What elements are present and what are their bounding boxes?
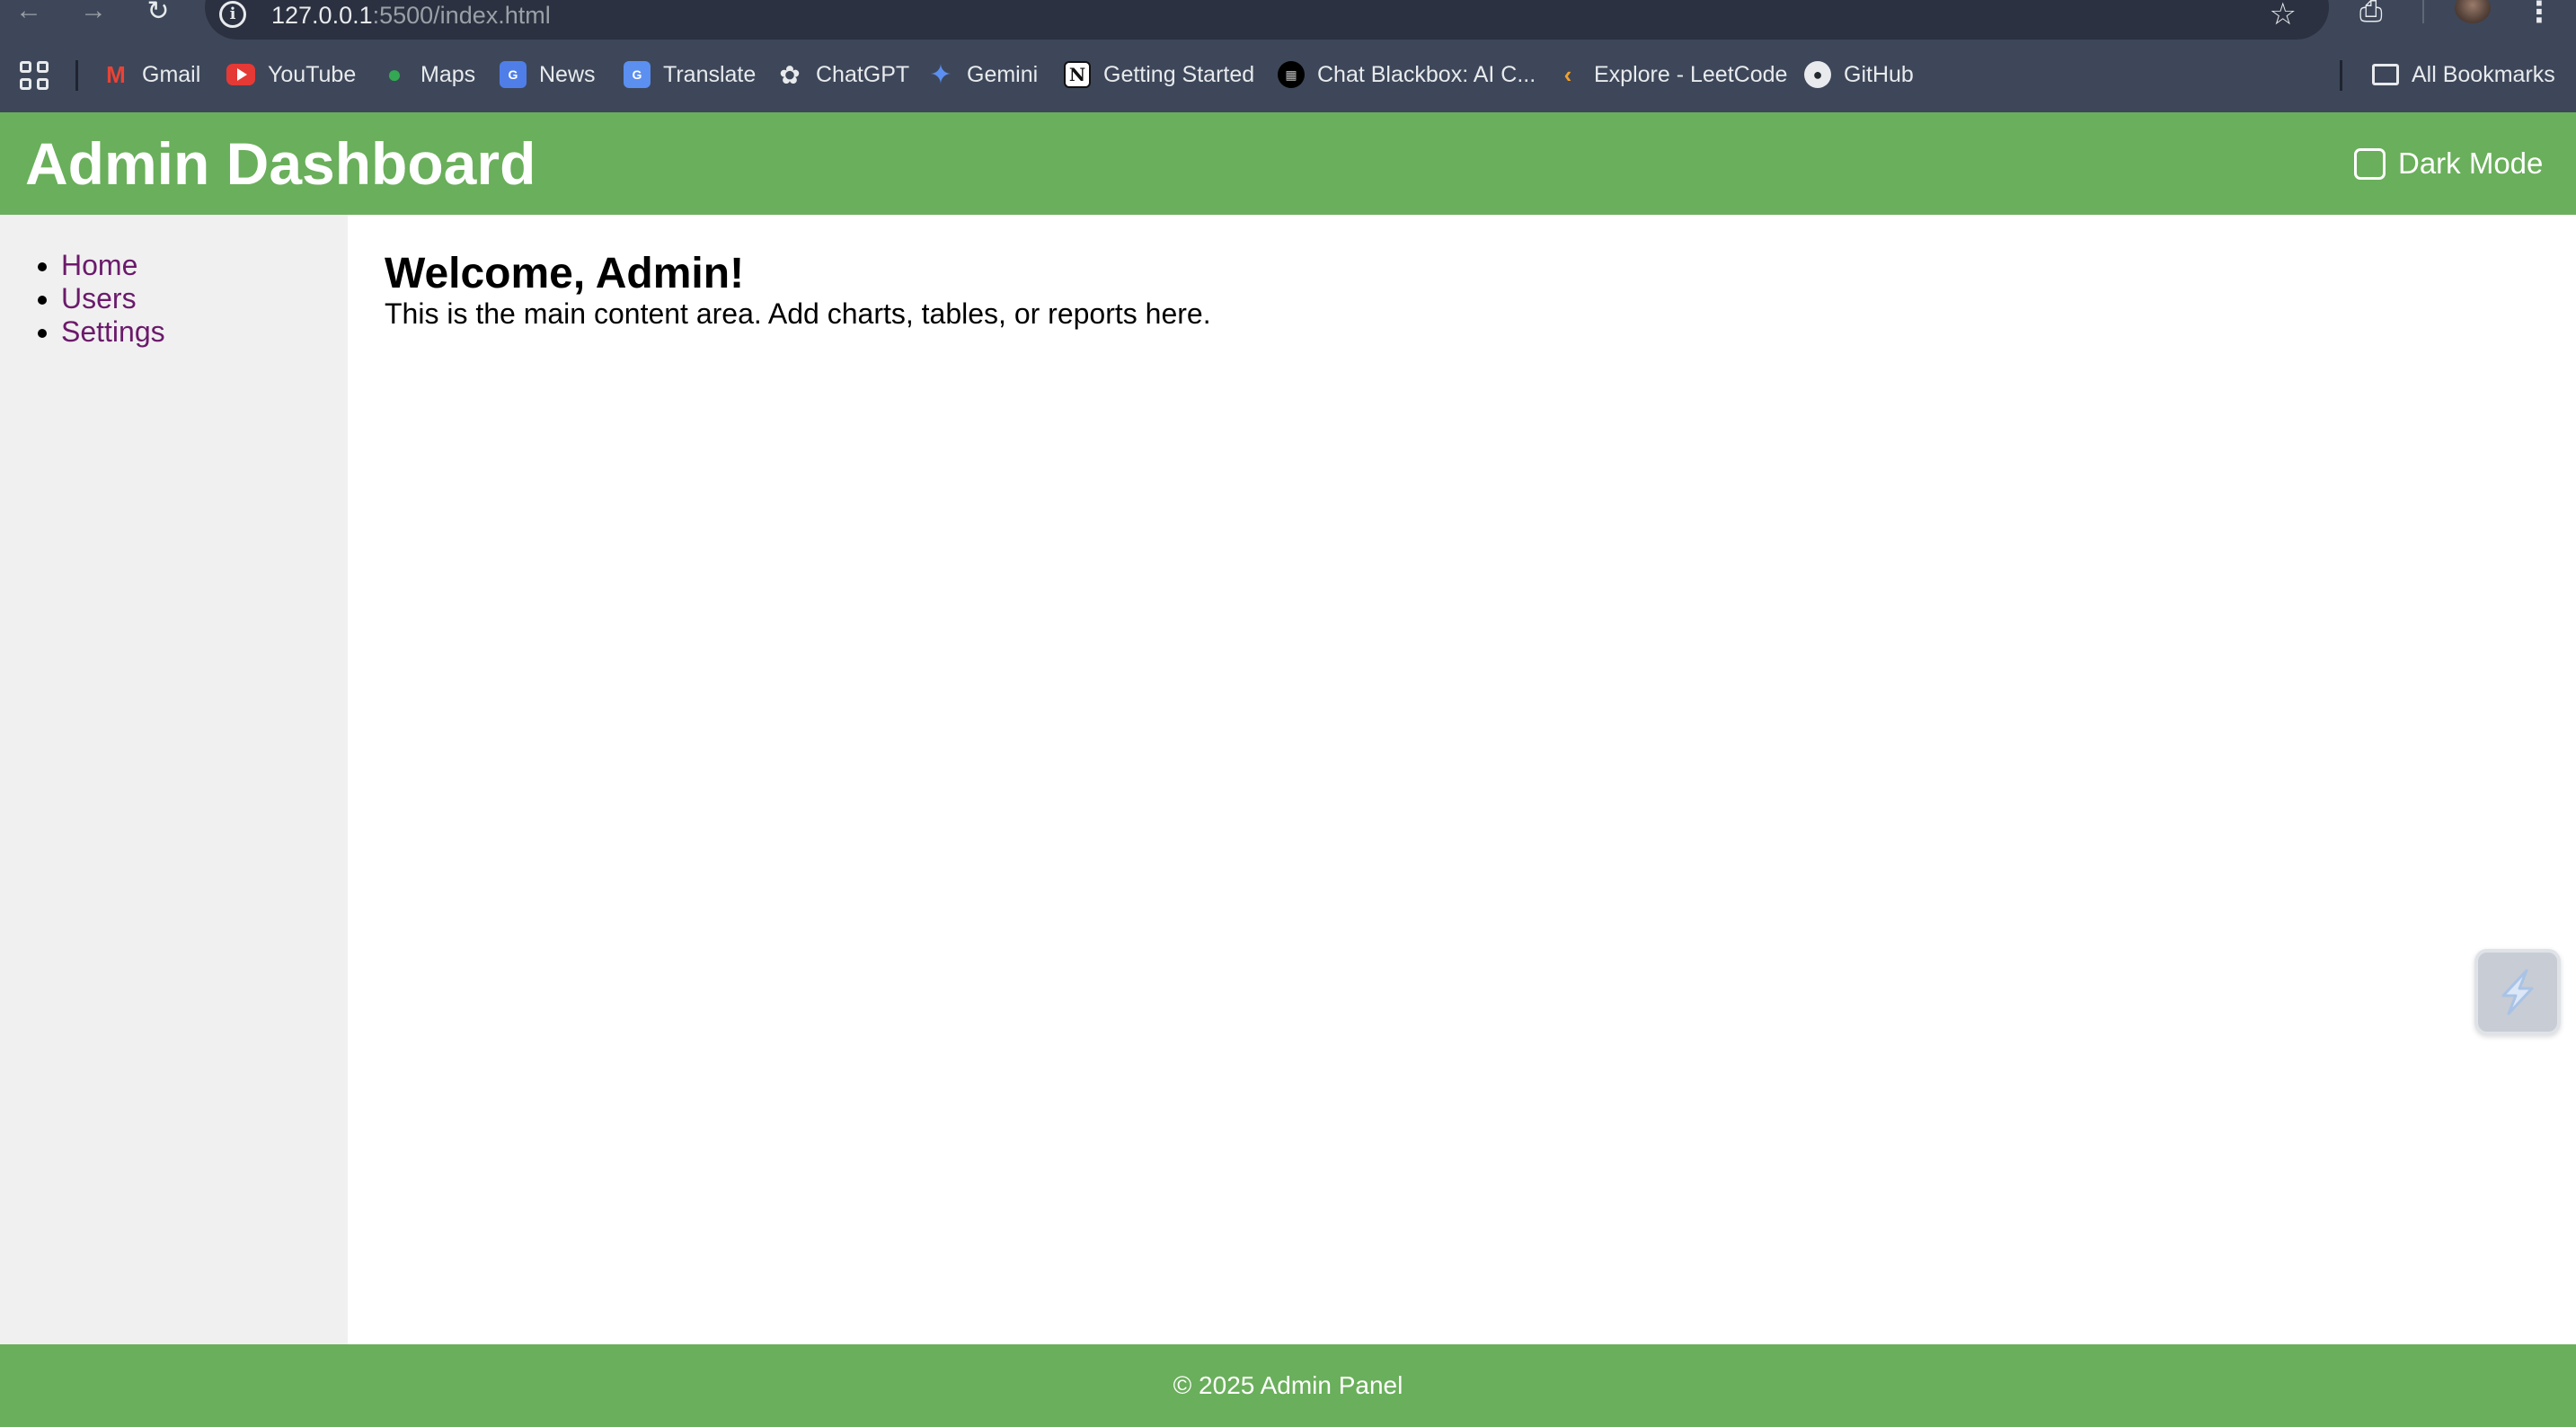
back-button[interactable]: ← <box>11 0 47 25</box>
bookmark-gemini[interactable]: ✦ Gemini <box>927 59 1038 90</box>
page-title: Admin Dashboard <box>25 130 536 197</box>
maps-icon: ● <box>386 60 403 88</box>
bookmark-leetcode[interactable]: ‹ Explore - LeetCode <box>1554 59 1788 90</box>
gmail-icon: M <box>106 60 126 88</box>
bookmarks-divider <box>2340 60 2342 91</box>
bookmark-star-icon[interactable]: ☆ <box>2270 0 2297 32</box>
url-host: 127.0.0.1 <box>271 2 373 29</box>
news-icon: G <box>500 61 527 88</box>
dark-mode-toggle[interactable]: Dark Mode <box>2354 146 2543 181</box>
bookmark-blackbox[interactable]: ▦ Chat Blackbox: AI C... <box>1278 59 1536 90</box>
main-content: Welcome, Admin! This is the main content… <box>348 215 2576 1344</box>
bookmark-getting-started[interactable]: N Getting Started <box>1064 59 1254 90</box>
sidebar-nav-list: Home Users Settings <box>61 249 165 349</box>
bookmark-translate[interactable]: G Translate <box>624 59 756 90</box>
github-icon: ● <box>1804 61 1831 88</box>
url-path: :5500/index.html <box>372 2 551 29</box>
forward-button[interactable]: → <box>75 0 111 25</box>
gemini-icon: ✦ <box>929 59 952 90</box>
bookmark-label: GitHub <box>1844 61 1914 87</box>
blackbox-icon: ▦ <box>1278 61 1305 88</box>
sidebar-link-home[interactable]: Home <box>61 249 137 281</box>
bookmark-label: Explore - LeetCode <box>1594 61 1788 87</box>
sidebar-item-home: Home <box>61 249 165 282</box>
page-footer: © 2025 Admin Panel <box>0 1344 2576 1427</box>
toolbar-divider <box>2422 0 2424 23</box>
bookmark-chatgpt[interactable]: ✿ ChatGPT <box>776 59 909 90</box>
notion-icon: N <box>1064 61 1091 88</box>
bookmark-news[interactable]: G News <box>500 59 596 90</box>
sidebar-link-users[interactable]: Users <box>61 282 137 315</box>
profile-avatar[interactable] <box>2455 0 2491 23</box>
bookmark-label: News <box>539 61 596 87</box>
translate-icon: G <box>624 61 651 88</box>
browser-menu-icon[interactable]: ⋮ <box>2525 0 2554 29</box>
bookmarks-bar: M Gmail YouTube ● Maps G News G Translat… <box>0 52 2576 97</box>
sidebar-link-settings[interactable]: Settings <box>61 315 165 348</box>
bookmark-label: Gmail <box>142 61 201 87</box>
folder-icon <box>2372 64 2399 85</box>
all-bookmarks-button[interactable]: All Bookmarks <box>2372 59 2555 90</box>
apps-grid-icon[interactable] <box>20 61 49 90</box>
sidebar: Home Users Settings <box>0 215 348 1344</box>
all-bookmarks-label: All Bookmarks <box>2412 61 2555 87</box>
bookmark-label: Chat Blackbox: AI C... <box>1317 61 1536 87</box>
bookmark-github[interactable]: ● GitHub <box>1804 59 1914 90</box>
extensions-icon[interactable]: ⎙ <box>2359 0 2383 29</box>
sidebar-item-settings: Settings <box>61 315 165 349</box>
bookmark-youtube[interactable]: YouTube <box>226 59 356 90</box>
leetcode-icon: ‹ <box>1563 60 1572 88</box>
bookmark-gmail[interactable]: M Gmail <box>102 59 200 90</box>
youtube-icon <box>226 64 255 85</box>
bookmark-label: YouTube <box>268 61 357 87</box>
bookmark-label: Getting Started <box>1103 61 1255 87</box>
sidebar-item-users: Users <box>61 282 165 315</box>
dark-mode-checkbox[interactable] <box>2354 147 2386 180</box>
lightning-icon <box>2501 969 2534 1015</box>
bookmark-maps[interactable]: ● Maps <box>381 59 476 90</box>
dark-mode-label: Dark Mode <box>2398 146 2544 180</box>
bookmark-label: Maps <box>420 61 476 87</box>
reload-button[interactable]: ↻ <box>140 0 176 26</box>
bookmark-label: Translate <box>663 61 757 87</box>
bookmark-label: ChatGPT <box>816 61 910 87</box>
browser-toolbar: ← → ↻ i 127.0.0.1:5500/index.html ☆ ⎙ ⋮ <box>0 0 2576 41</box>
bookmark-label: Gemini <box>967 61 1039 87</box>
main-description: This is the main content area. Add chart… <box>385 297 1211 330</box>
welcome-heading: Welcome, Admin! <box>385 250 745 297</box>
page-header: Admin Dashboard Dark Mode <box>0 112 2576 215</box>
chatgpt-icon: ✿ <box>779 60 801 89</box>
address-bar[interactable]: i 127.0.0.1:5500/index.html ☆ <box>205 0 2329 40</box>
floating-extension-button[interactable] <box>2474 949 2561 1035</box>
site-info-icon[interactable]: i <box>219 1 246 28</box>
bookmarks-divider <box>75 60 78 91</box>
footer-text: © 2025 Admin Panel <box>1173 1371 1403 1399</box>
browser-chrome: ← → ↻ i 127.0.0.1:5500/index.html ☆ ⎙ ⋮ … <box>0 0 2576 112</box>
url-text[interactable]: 127.0.0.1:5500/index.html <box>271 2 551 30</box>
